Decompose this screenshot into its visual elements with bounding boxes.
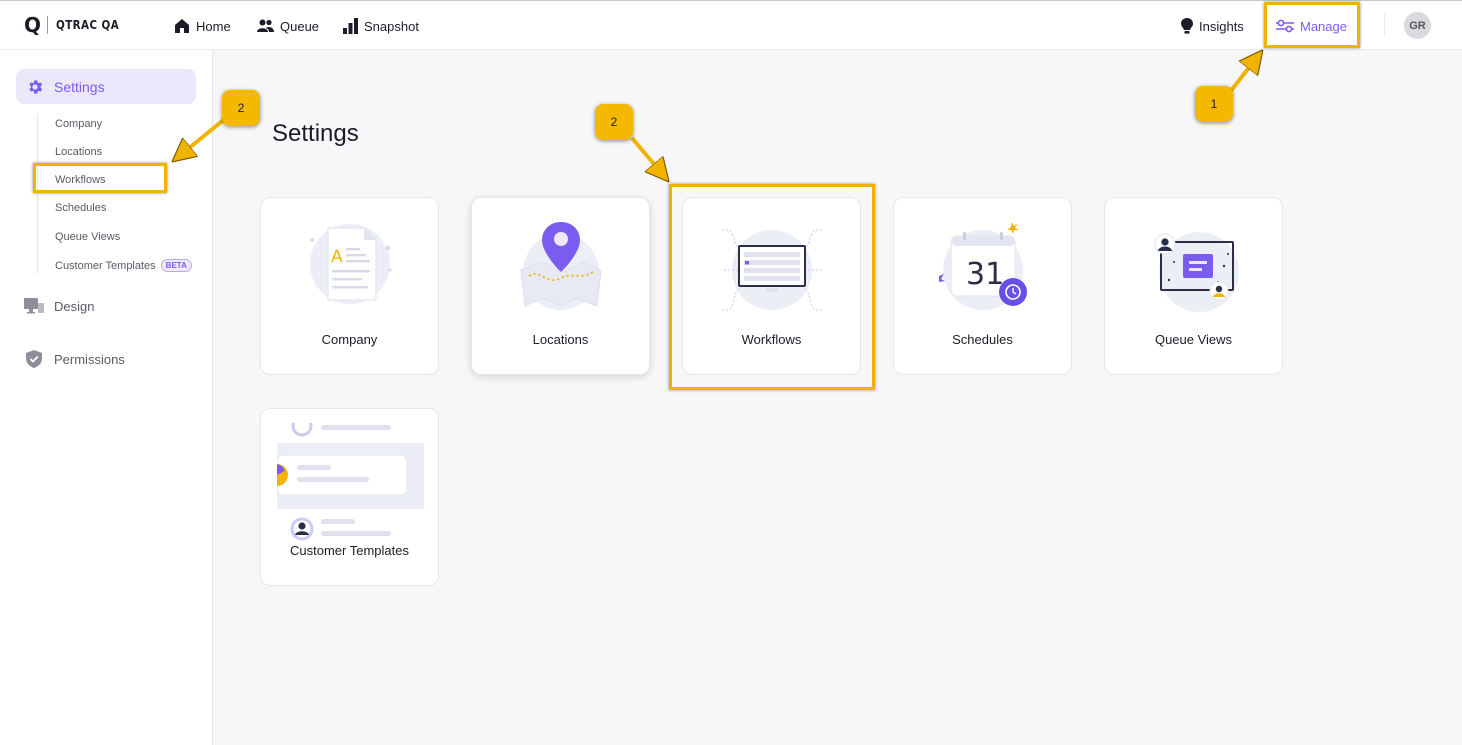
svg-text:A: A: [331, 247, 343, 267]
user-avatar[interactable]: GR: [1404, 12, 1431, 39]
manage-icon: [1276, 19, 1294, 33]
card-label: Schedules: [952, 332, 1013, 347]
brand-logo[interactable]: Q QTRAC QA: [24, 13, 129, 37]
queue-icon: [257, 19, 274, 32]
arrow-step-1: [1228, 56, 1258, 94]
logo-mark: Q: [24, 13, 42, 37]
card-workflows[interactable]: Workflows: [682, 197, 861, 375]
sidebar-subitem-schedules[interactable]: Schedules: [55, 202, 106, 214]
nav-queue[interactable]: Queue: [257, 1, 319, 51]
nav-home[interactable]: Home: [174, 1, 231, 51]
nav-queue-label: Queue: [280, 18, 320, 34]
calendar-day-number: 31: [966, 257, 1004, 292]
sidebar-permissions-label: Permissions: [54, 351, 125, 367]
sidebar-subitem-queue-views[interactable]: Queue Views: [55, 231, 120, 243]
nav-insights[interactable]: Insights: [1181, 1, 1244, 51]
card-locations[interactable]: Locations: [471, 197, 650, 375]
design-icon: [24, 298, 44, 314]
top-bar: Q QTRAC QA Home Queue Snapshot Insights …: [0, 0, 1462, 50]
nav-home-label: Home: [196, 18, 231, 34]
page-title: Settings: [272, 120, 359, 147]
sidebar-subitem-label: Customer Templates: [55, 259, 156, 272]
sidebar-tree-line: [37, 114, 38, 274]
nav-snapshot[interactable]: Snapshot: [343, 1, 419, 51]
customer-templates-illustration: [277, 423, 424, 541]
gear-icon: [29, 79, 43, 94]
sidebar-subitem-customer-templates[interactable]: Customer Templates BETA: [55, 259, 192, 272]
card-customer-templates[interactable]: Customer Templates: [260, 408, 439, 586]
nav-snapshot-label: Snapshot: [364, 18, 419, 34]
card-label: Workflows: [741, 332, 802, 347]
header-divider: [1384, 13, 1385, 37]
card-label: Queue Views: [1154, 332, 1233, 347]
queue-views-illustration: [1154, 232, 1239, 312]
card-company[interactable]: A Company: [260, 197, 439, 375]
sidebar-item-permissions[interactable]: Permissions: [24, 349, 125, 369]
sidebar-subitem-label: Queue Views: [55, 231, 121, 243]
shield-icon: [26, 350, 42, 368]
insights-icon: [1181, 18, 1193, 34]
company-illustration: A: [310, 224, 392, 304]
app-name: QTRAC QA: [56, 18, 120, 32]
sidebar-subitem-company[interactable]: Company: [55, 118, 102, 130]
card-label: Customer Templates: [290, 543, 409, 558]
workflows-illustration: [722, 229, 822, 311]
locations-illustration: [520, 222, 602, 310]
sidebar-subitem-locations[interactable]: Locations: [55, 146, 102, 158]
sidebar-subitem-label: Workflows: [55, 174, 106, 186]
home-icon: [175, 19, 189, 33]
sidebar-item-settings[interactable]: Settings: [16, 69, 196, 104]
step-badge-2-sidebar: 2: [222, 90, 260, 126]
card-schedules[interactable]: 31 Schedules: [893, 197, 1072, 375]
sidebar-subitem-label: Schedules: [55, 202, 107, 214]
logo-separator: [47, 16, 49, 34]
card-queue-views[interactable]: Queue Views: [1104, 197, 1283, 375]
nav-insights-label: Insights: [1199, 18, 1244, 34]
sidebar-item-design[interactable]: Design: [24, 298, 94, 314]
sidebar-settings-label: Settings: [54, 78, 105, 95]
snapshot-icon: [343, 18, 358, 34]
nav-manage[interactable]: Manage: [1276, 1, 1347, 51]
sidebar-subitem-workflows[interactable]: Workflows: [55, 174, 106, 186]
arrow-step-2-card: [630, 136, 664, 176]
step-badge-2-card: 2: [595, 104, 633, 140]
nav-manage-label: Manage: [1300, 18, 1347, 34]
card-label: Locations: [532, 332, 589, 347]
sidebar-subitem-label: Company: [55, 118, 103, 130]
sidebar-design-label: Design: [54, 298, 95, 314]
sidebar-subitem-label: Locations: [55, 146, 103, 158]
sidebar: Settings Company Locations Workflows Sch…: [0, 50, 213, 745]
card-label: Company: [321, 332, 378, 347]
beta-badge: BETA: [160, 259, 192, 272]
schedules-illustration: 31: [939, 222, 1027, 310]
step-badge-1: 1: [1195, 86, 1233, 122]
